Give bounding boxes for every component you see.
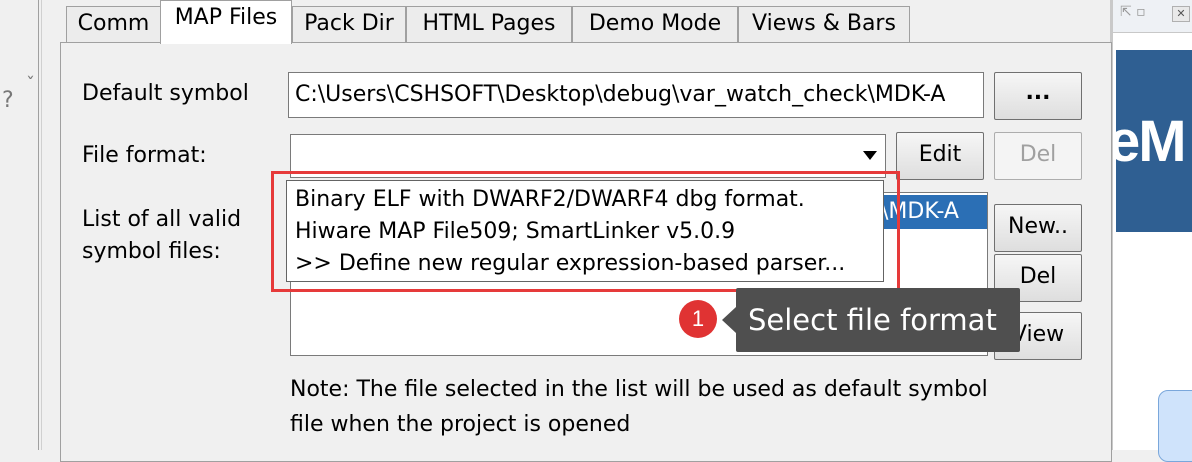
browse-button[interactable]: ...	[994, 72, 1082, 120]
background-window-button[interactable]	[1158, 390, 1192, 462]
tab-comm[interactable]: Comm	[66, 6, 161, 42]
tab-pack-dir[interactable]: Pack Dir	[292, 6, 406, 42]
background-window-title: eM	[1108, 109, 1187, 174]
background-pointer-icon: ⇱ ▫	[1120, 4, 1146, 20]
left-strip: ? ˇ	[0, 0, 36, 450]
del-format-button[interactable]: Del	[994, 132, 1082, 180]
annotation-tooltip: Select file format	[736, 288, 1020, 352]
tab-map-files[interactable]: MAP Files	[160, 0, 292, 44]
annotation-highlight-box	[271, 171, 900, 292]
symbol-files-label-line1: List of all valid	[82, 207, 242, 232]
file-format-label: File format:	[82, 143, 207, 168]
note-text: Note: The file selected in the list will…	[290, 372, 1030, 442]
mark-glyph: ˇ	[26, 74, 35, 95]
edit-format-button[interactable]: Edit	[896, 132, 984, 180]
tab-demo-mode[interactable]: Demo Mode	[572, 6, 738, 42]
default-symbol-label: Default symbol	[82, 81, 249, 106]
question-glyph: ?	[2, 88, 14, 113]
default-symbol-input[interactable]: C:\Users\CSHSOFT\Desktop\debug\var_watch…	[288, 72, 984, 118]
tab-html-pages[interactable]: HTML Pages	[406, 6, 572, 42]
symbol-files-label-line2: symbol files:	[82, 239, 221, 264]
chevron-down-icon[interactable]	[857, 137, 883, 173]
tab-views-and-bars[interactable]: Views & Bars	[738, 6, 910, 42]
new-symbol-file-button[interactable]: New..	[994, 204, 1082, 252]
note-line-1: Note: The file selected in the list will…	[290, 377, 988, 402]
background-close-icon[interactable]: ✕	[1172, 6, 1190, 22]
tooltip-pointer-icon	[722, 307, 736, 333]
left-divider	[38, 0, 39, 450]
left-divider-light	[41, 0, 42, 450]
note-line-2: file when the project is opened	[290, 412, 631, 437]
step-number-badge: 1	[679, 300, 717, 338]
